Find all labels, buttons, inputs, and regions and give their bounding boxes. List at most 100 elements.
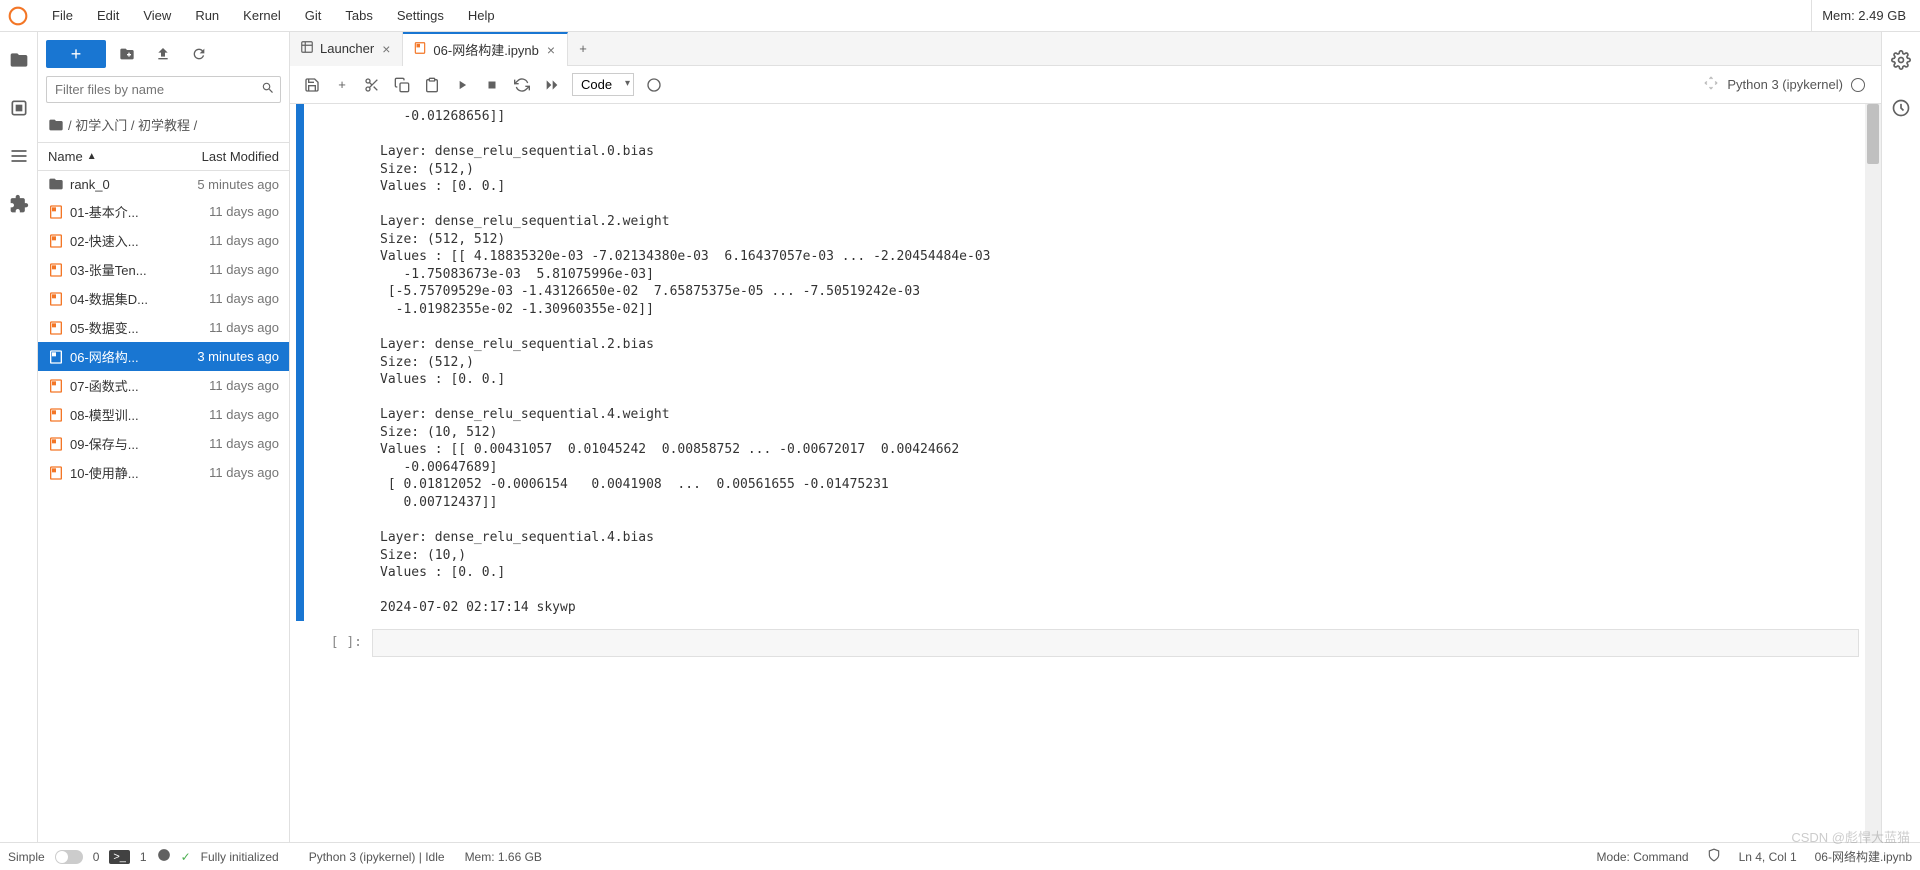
column-header-name[interactable]: Name ▲ bbox=[38, 143, 179, 170]
cut-icon[interactable] bbox=[358, 71, 386, 99]
file-name: 10-使用静... bbox=[70, 463, 209, 482]
restart-icon[interactable] bbox=[508, 71, 536, 99]
cell-type-select[interactable]: Code bbox=[572, 73, 634, 96]
new-folder-icon[interactable] bbox=[112, 40, 142, 68]
file-modified: 11 days ago bbox=[209, 204, 279, 219]
upload-icon[interactable] bbox=[148, 40, 178, 68]
file-row[interactable]: 03-张量Ten...11 days ago bbox=[38, 255, 289, 284]
file-row[interactable]: 04-数据集D...11 days ago bbox=[38, 284, 289, 313]
menu-edit[interactable]: Edit bbox=[85, 2, 131, 29]
menu-run[interactable]: Run bbox=[183, 2, 231, 29]
empty-code-cell[interactable] bbox=[372, 629, 1859, 657]
toc-icon[interactable] bbox=[9, 146, 29, 166]
notebook-body[interactable]: -0.01268656]] Layer: dense_relu_sequenti… bbox=[290, 104, 1881, 842]
menu-kernel[interactable]: Kernel bbox=[231, 2, 293, 29]
notebook-icon bbox=[48, 436, 64, 452]
tab-notebook[interactable]: 06-网络构建.ipynb × bbox=[403, 32, 568, 66]
menu-git[interactable]: Git bbox=[293, 2, 334, 29]
cell-collapse-bar[interactable] bbox=[296, 104, 304, 621]
run-icon[interactable] bbox=[448, 71, 476, 99]
paste-icon[interactable] bbox=[418, 71, 446, 99]
file-name: 01-基本介... bbox=[70, 202, 209, 221]
file-modified: 11 days ago bbox=[209, 291, 279, 306]
close-icon[interactable]: × bbox=[545, 42, 557, 58]
refresh-icon[interactable] bbox=[184, 40, 214, 68]
scrollbar[interactable] bbox=[1865, 104, 1881, 842]
breadcrumb[interactable]: / 初学入门 / 初学教程 / bbox=[38, 107, 289, 142]
notebook-icon bbox=[48, 465, 64, 481]
lsp-icon[interactable] bbox=[157, 848, 171, 865]
menu-settings[interactable]: Settings bbox=[385, 2, 456, 29]
file-modified: 11 days ago bbox=[209, 262, 279, 277]
file-row[interactable]: rank_05 minutes ago bbox=[38, 171, 289, 197]
close-icon[interactable]: × bbox=[380, 41, 392, 57]
tab-label: 06-网络构建.ipynb bbox=[433, 40, 538, 59]
file-name: 09-保存与... bbox=[70, 434, 209, 453]
new-launcher-button[interactable]: + bbox=[46, 40, 106, 68]
file-modified: 5 minutes ago bbox=[197, 177, 279, 192]
jupyter-logo bbox=[4, 2, 32, 30]
terminal-icon[interactable]: >_ bbox=[109, 850, 130, 864]
init-check-icon: ✓ bbox=[181, 850, 191, 864]
file-name: 04-数据集D... bbox=[70, 289, 209, 308]
tab-label: Launcher bbox=[320, 41, 374, 56]
file-row[interactable]: 08-模型训...11 days ago bbox=[38, 400, 289, 429]
menu-help[interactable]: Help bbox=[456, 2, 507, 29]
notebook-icon bbox=[48, 407, 64, 423]
file-row[interactable]: 06-网络构...3 minutes ago bbox=[38, 342, 289, 371]
copy-icon[interactable] bbox=[388, 71, 416, 99]
main-content-area: Launcher × 06-网络构建.ipynb × + + Code Python 3… bbox=[290, 32, 1882, 842]
filter-files-input[interactable] bbox=[46, 76, 281, 103]
render-icon[interactable] bbox=[640, 71, 668, 99]
init-status: Fully initialized bbox=[201, 850, 279, 864]
save-icon[interactable] bbox=[298, 71, 326, 99]
tab-icon bbox=[413, 41, 427, 58]
status-bar: Simple 0 >_ 1 ✓ Fully initialized Python… bbox=[0, 842, 1920, 870]
menu-tabs[interactable]: Tabs bbox=[333, 2, 384, 29]
menu-file[interactable]: File bbox=[40, 2, 85, 29]
kernel-name[interactable]: Python 3 (ipykernel) bbox=[1727, 77, 1843, 92]
file-row[interactable]: 10-使用静...11 days ago bbox=[38, 458, 289, 487]
file-row[interactable]: 09-保存与...11 days ago bbox=[38, 429, 289, 458]
column-header-modified[interactable]: Last Modified bbox=[179, 143, 289, 170]
mem-status: Mem: 1.66 GB bbox=[465, 850, 542, 864]
file-name: 07-函数式... bbox=[70, 376, 209, 395]
cursor-position: Ln 4, Col 1 bbox=[1739, 850, 1797, 864]
folder-icon bbox=[48, 117, 64, 133]
tab-launcher[interactable]: Launcher × bbox=[290, 32, 403, 66]
notebook-toolbar: + Code Python 3 (ipykernel) bbox=[290, 66, 1881, 104]
terminals-count-0[interactable]: 0 bbox=[93, 850, 100, 864]
file-row[interactable]: 02-快速入...11 days ago bbox=[38, 226, 289, 255]
stop-icon[interactable] bbox=[478, 71, 506, 99]
git-icon[interactable] bbox=[1703, 75, 1719, 94]
simple-mode-label: Simple bbox=[8, 850, 45, 864]
folder-icon[interactable] bbox=[9, 50, 29, 70]
file-name: 02-快速入... bbox=[70, 231, 209, 250]
right-activity-bar bbox=[1882, 32, 1920, 842]
extensions-icon[interactable] bbox=[9, 194, 29, 214]
add-cell-icon[interactable]: + bbox=[328, 71, 356, 99]
file-row[interactable]: 07-函数式...11 days ago bbox=[38, 371, 289, 400]
terminals-count-1[interactable]: 1 bbox=[140, 850, 147, 864]
file-modified: 11 days ago bbox=[209, 233, 279, 248]
running-icon[interactable] bbox=[9, 98, 29, 118]
debugger-icon[interactable] bbox=[1891, 98, 1911, 118]
search-icon bbox=[261, 81, 275, 98]
file-modified: 11 days ago bbox=[209, 465, 279, 480]
kernel-status-icon[interactable] bbox=[1851, 78, 1865, 92]
file-modified: 11 days ago bbox=[209, 320, 279, 335]
notebook-icon bbox=[48, 349, 64, 365]
file-browser-panel: + / 初学入门 / 初学教程 / Name ▲ Last Modified r… bbox=[38, 32, 290, 842]
simple-mode-toggle[interactable] bbox=[55, 850, 83, 864]
trust-icon[interactable] bbox=[1707, 848, 1721, 865]
file-row[interactable]: 05-数据变...11 days ago bbox=[38, 313, 289, 342]
menu-view[interactable]: View bbox=[131, 2, 183, 29]
property-inspector-icon[interactable] bbox=[1891, 50, 1911, 70]
add-tab-button[interactable]: + bbox=[568, 34, 598, 64]
current-file: 06-网络构建.ipynb bbox=[1815, 848, 1912, 865]
file-row[interactable]: 01-基本介...11 days ago bbox=[38, 197, 289, 226]
restart-run-all-icon[interactable] bbox=[538, 71, 566, 99]
kernel-status[interactable]: Python 3 (ipykernel) | Idle bbox=[309, 850, 445, 864]
file-name: 06-网络构... bbox=[70, 347, 197, 366]
file-name: rank_0 bbox=[70, 177, 197, 192]
